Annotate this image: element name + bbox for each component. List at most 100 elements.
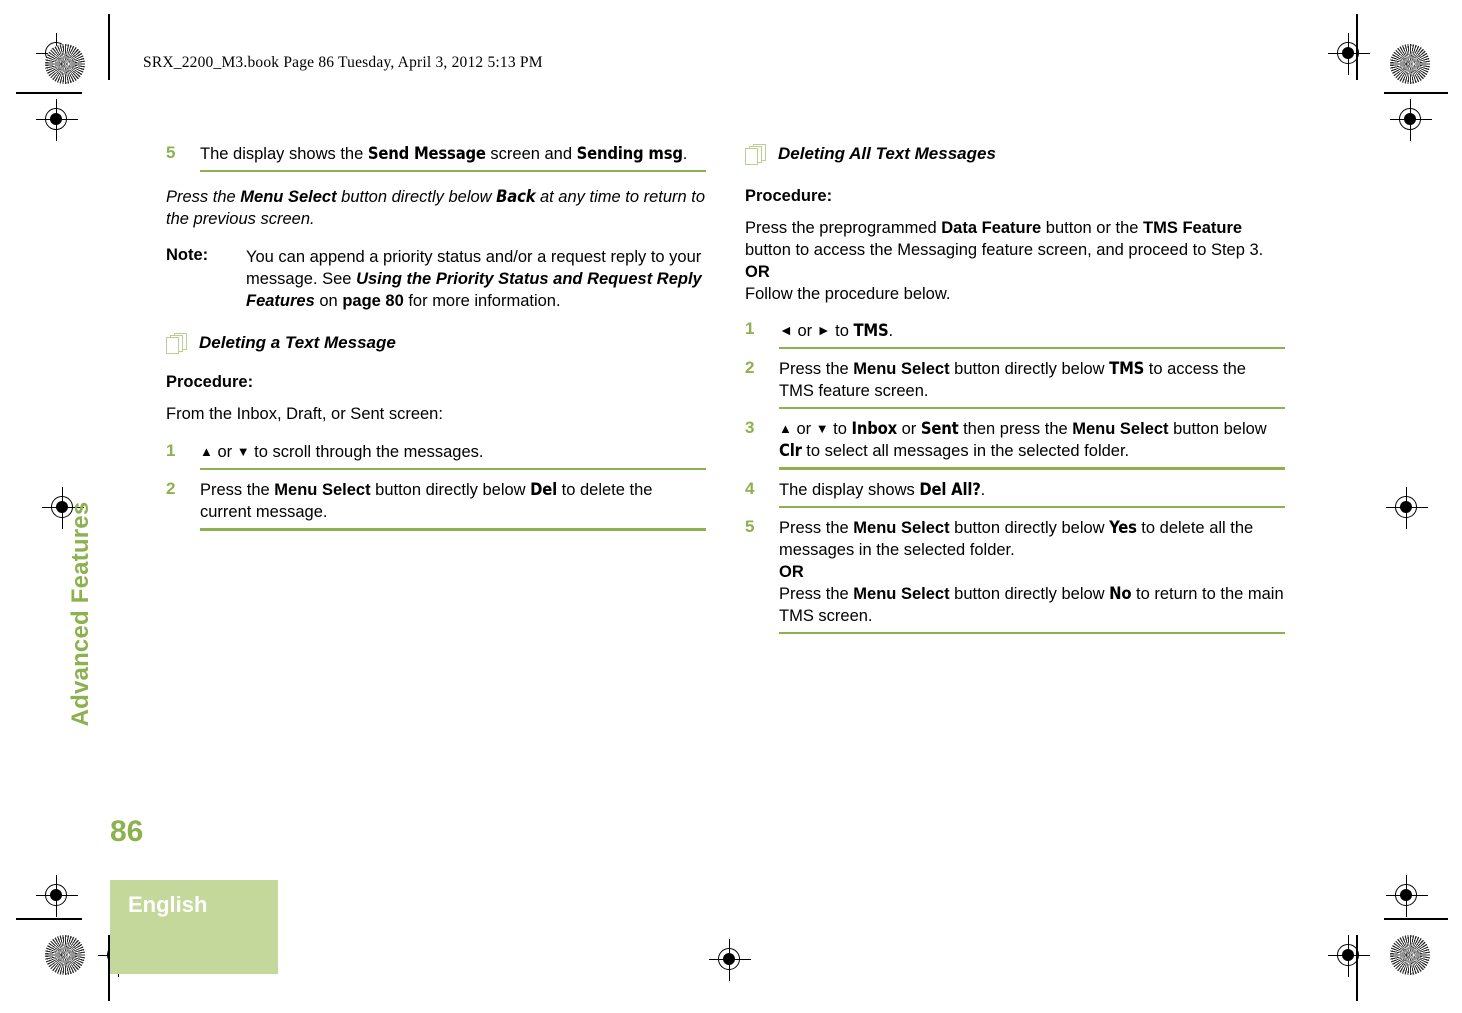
step-item: 3 ▲ or ▼ to Inbox or Sent then press the…	[745, 418, 1285, 470]
step-text: The display shows Del All?.	[779, 479, 1285, 505]
step-number: 2	[745, 358, 755, 378]
menu-select-label: Menu Select	[240, 188, 337, 207]
step-text-part: button below	[1168, 420, 1267, 439]
step-text: Press the Menu Select button directly be…	[779, 517, 1285, 631]
step-text-part: button directly below	[370, 481, 531, 500]
registration-mark-middle-right	[1386, 487, 1428, 529]
registration-mark-bottom-center	[709, 939, 751, 981]
section-heading-deleting-a-text-message: Deleting a Text Message	[166, 332, 706, 356]
note-text-part: on	[314, 292, 343, 311]
document-stamp: SRX_2200_M3.book Page 86 Tuesday, April …	[143, 54, 543, 71]
step-text: The display shows the Send Message scree…	[200, 143, 706, 169]
step-item: 1 ◄ or ► to TMS.	[745, 319, 1285, 350]
lcd-label-send-message: Send Message	[367, 144, 486, 163]
crop-line-top-right-horizontal	[1384, 92, 1448, 94]
step-text-part: then press the	[958, 420, 1073, 439]
step-text-part: or	[791, 420, 816, 439]
step-separator-rule	[779, 505, 1285, 508]
language-label: English	[128, 892, 208, 917]
print-density-target-top-left	[45, 44, 85, 84]
procedure-label-text: Procedure:	[166, 373, 254, 392]
arrow-right-icon: ►	[816, 322, 831, 338]
step-separator-rule	[779, 407, 1285, 410]
step-text-part: to select all messages in the selected f…	[801, 442, 1130, 461]
crop-line-top-left-horizontal	[16, 92, 82, 94]
registration-mark-bottom-right-inner	[1386, 875, 1428, 917]
lcd-label-sending-msg: Sending msg	[576, 144, 683, 163]
step-text: ▲ or ▼ to Inbox or Sent then press the M…	[779, 418, 1285, 466]
step-separator-rule	[779, 467, 1285, 470]
step-text-part: or	[897, 420, 921, 439]
intro-part: Press the preprogrammed	[745, 219, 942, 237]
step-separator-rule	[779, 631, 1285, 634]
right-column: Deleting All Text Messages Procedure: Pr…	[745, 143, 1285, 643]
arrow-down-icon: ▼	[815, 421, 829, 437]
crop-line-bottom-left-horizontal	[16, 918, 82, 920]
step-text-part: Press the	[779, 584, 854, 603]
lcd-label-yes: Yes	[1109, 517, 1137, 537]
press-note-part: Press the	[166, 188, 241, 207]
lcd-label-tms: TMS	[1109, 359, 1145, 379]
step-text-part: or	[212, 443, 237, 462]
step-text: Press the Menu Select button directly be…	[200, 479, 706, 527]
note-label: Note:	[166, 246, 209, 265]
step-separator-rule	[200, 528, 706, 531]
left-column: 5 The display shows the Send Message scr…	[166, 143, 706, 540]
step-text-part: .	[682, 145, 688, 163]
cross-reference-page: page 80	[342, 292, 404, 311]
intro-part: button to access the Messaging feature s…	[745, 241, 1264, 259]
procedure-intro: From the Inbox, Draft, or Sent screen:	[166, 405, 443, 424]
note-text: You can append a priority status and/or …	[246, 246, 706, 312]
lcd-label-inbox: Inbox	[851, 419, 898, 439]
or-label: OR	[745, 263, 770, 281]
step-number: 2	[166, 479, 176, 499]
page-stack-icon	[166, 333, 192, 355]
registration-mark-top-left-inner	[36, 99, 78, 141]
press-menu-select-note: Press the Menu Select button directly be…	[166, 186, 706, 230]
step-text-part: Press the	[200, 481, 275, 500]
arrow-up-icon: ▲	[200, 444, 213, 460]
page-number: 86	[110, 815, 144, 848]
print-density-target-bottom-left	[45, 935, 85, 975]
menu-select-label: Menu Select	[1072, 420, 1169, 439]
step-text-part: The display shows	[779, 480, 920, 499]
menu-select-label: Menu Select	[274, 481, 371, 500]
crop-line-top-left-vertical	[108, 14, 110, 80]
lcd-label-back: Back	[496, 187, 536, 207]
step-separator-rule	[200, 170, 706, 173]
step-number: 5	[166, 143, 176, 162]
step-number: 5	[745, 516, 755, 536]
step-number: 4	[745, 478, 755, 498]
registration-mark-bottom-right	[1328, 935, 1370, 977]
procedure-label: Procedure:	[166, 371, 706, 393]
section-heading-text: Deleting a Text Message	[199, 333, 396, 353]
lcd-label-del-all: Del All?	[919, 479, 981, 499]
lcd-label-tms: TMS	[853, 321, 889, 340]
step-item: 1 ▲ or ▼ to scroll through the messages.	[166, 441, 706, 471]
page-stack-icon	[745, 144, 771, 166]
step-separator-rule	[779, 347, 1285, 350]
procedure-intro: Press the preprogrammed Data Feature but…	[745, 217, 1285, 305]
step-item: 5 Press the Menu Select button directly …	[745, 517, 1285, 634]
lcd-label-no: No	[1109, 583, 1132, 603]
registration-mark-bottom-left	[36, 875, 78, 917]
intro-part: Follow the procedure below.	[745, 285, 951, 303]
procedure-label-text: Procedure:	[745, 187, 833, 205]
intro-part: button or the	[1041, 219, 1144, 237]
step-text-part: .	[980, 480, 986, 499]
step-number: 3	[745, 418, 755, 438]
step-separator-rule	[200, 468, 706, 471]
step-text-part: or	[792, 322, 817, 340]
step-item: 2 Press the Menu Select button directly …	[745, 358, 1285, 410]
note-block: Note: You can append a priority status a…	[166, 246, 706, 312]
lcd-label-clr: Clr	[779, 441, 802, 461]
registration-mark-top-right-inner	[1390, 99, 1432, 141]
step-item: 2 Press the Menu Select button directly …	[166, 479, 706, 531]
menu-select-label: Menu Select	[853, 584, 950, 603]
step-text-part: The display shows the	[200, 145, 368, 163]
or-label: OR	[779, 562, 804, 581]
note-text-part: for more information.	[403, 292, 561, 311]
step-text-part: to	[830, 322, 854, 340]
press-note-part: button directly below	[336, 188, 497, 207]
chapter-side-tab: Advanced Features	[67, 501, 94, 727]
